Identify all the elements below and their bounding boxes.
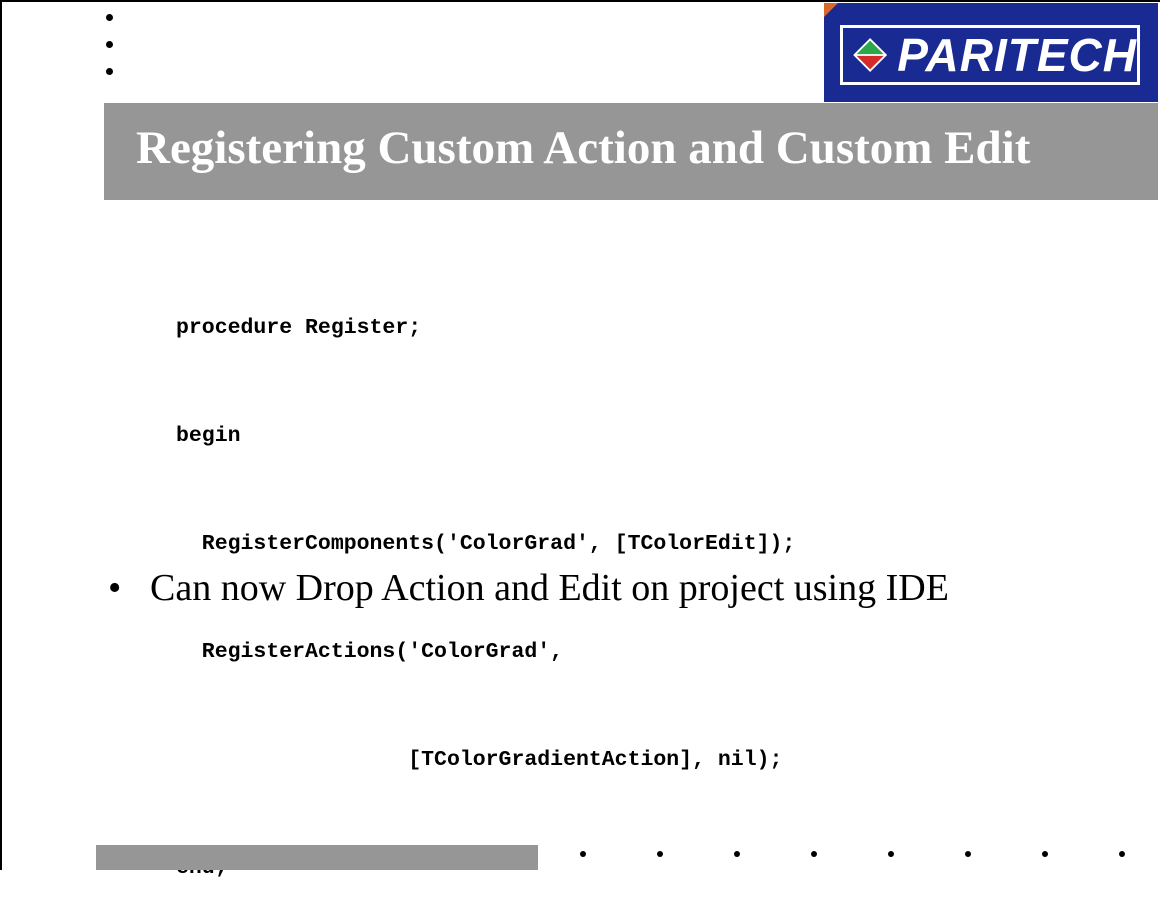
code-line: RegisterComponents('ColorGrad', [TColorE…: [176, 532, 796, 556]
bullet-text: Can now Drop Action and Edit on project …: [150, 567, 949, 609]
dot: [811, 851, 817, 857]
dot: [106, 68, 113, 75]
dot: [888, 851, 894, 857]
dot: [1042, 851, 1048, 857]
code-line: [TColorGradientAction], nil);: [176, 748, 783, 772]
dot: [734, 851, 740, 857]
code-line: begin: [176, 424, 241, 448]
bullet-item: • Can now Drop Action and Edit on projec…: [108, 566, 1008, 610]
slide-frame-top: [0, 0, 1160, 2]
dot: [657, 851, 663, 857]
dot: [1119, 851, 1125, 857]
slide-frame-left: [0, 0, 2, 870]
decorative-dots-top: [106, 14, 113, 95]
dot: [106, 41, 113, 48]
paritech-logo: PARITECH: [824, 3, 1158, 102]
dot: [965, 851, 971, 857]
bullet-marker: •: [108, 567, 122, 609]
footer-bar: [96, 845, 538, 870]
code-line: procedure Register;: [176, 316, 422, 340]
logo-box: PARITECH: [840, 25, 1140, 85]
logo-corner-accent: [824, 3, 838, 17]
code-line: RegisterActions('ColorGrad',: [176, 640, 564, 664]
slide-title: Registering Custom Action and Custom Edi…: [136, 122, 1031, 174]
dot: [580, 851, 586, 857]
diamond-logo-icon: [853, 38, 888, 72]
logo-wordmark: PARITECH: [897, 29, 1137, 81]
title-bar: Registering Custom Action and Custom Edi…: [104, 103, 1158, 200]
decorative-dots-footer: [580, 851, 1140, 861]
dot: [106, 14, 113, 21]
